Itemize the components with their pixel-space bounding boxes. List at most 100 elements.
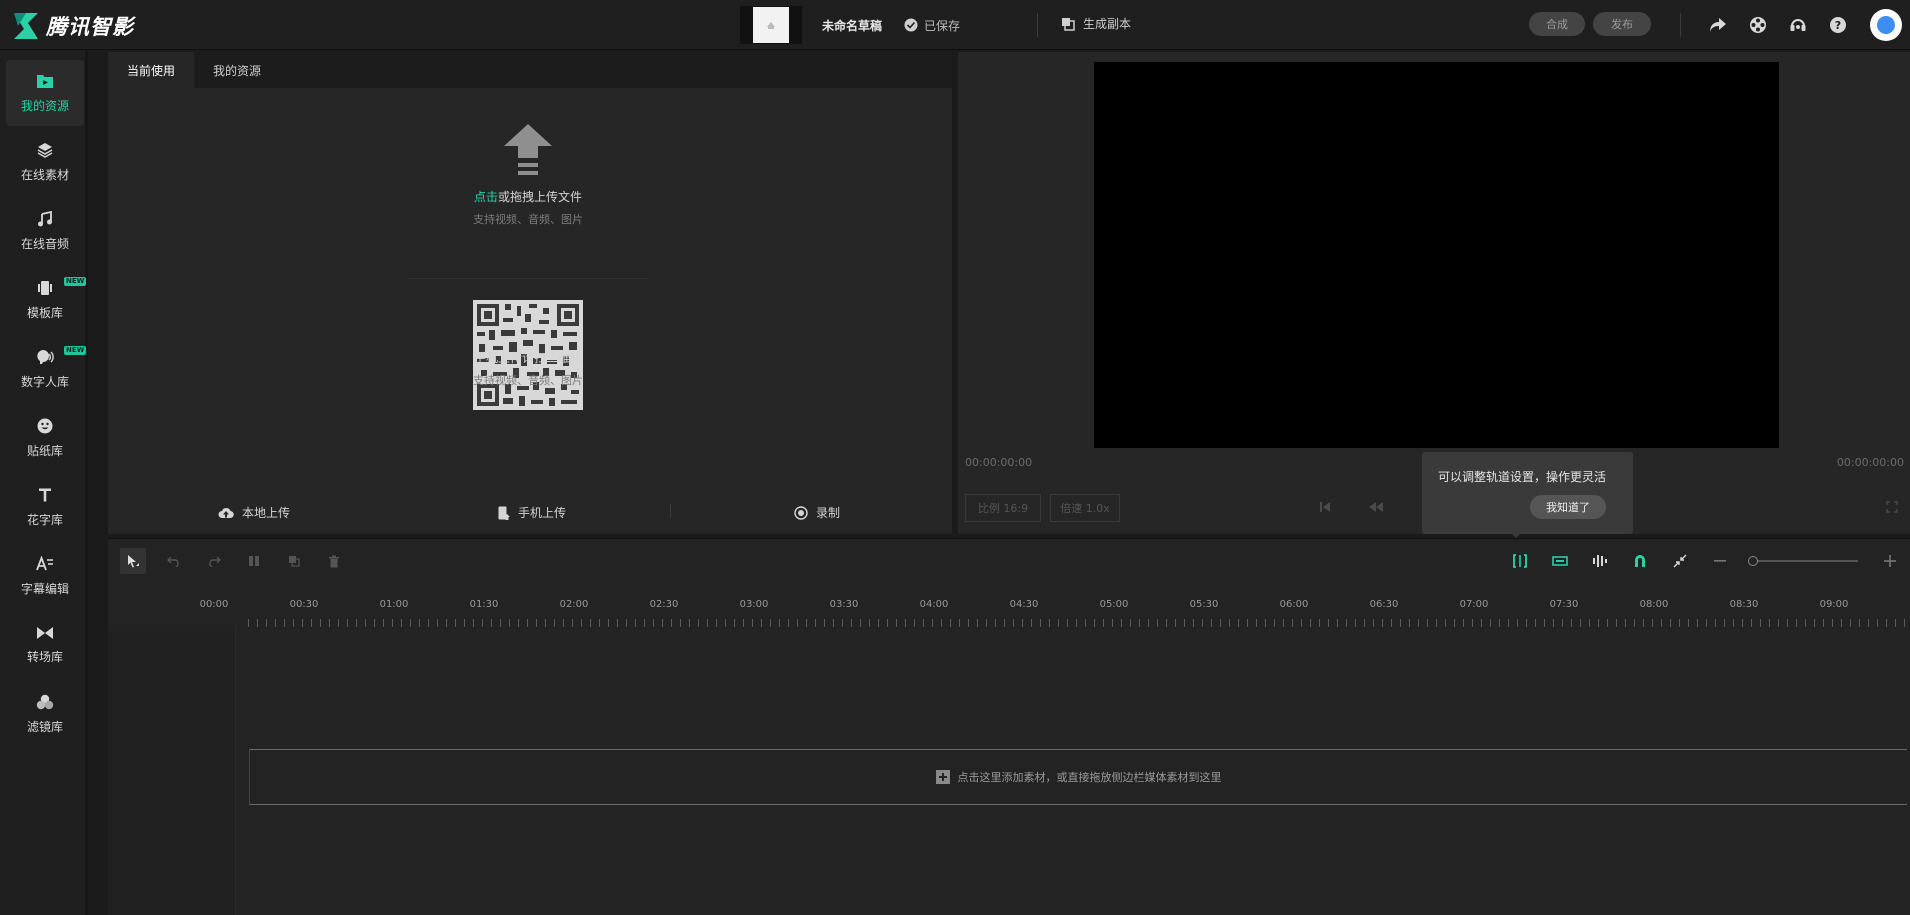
zoom-slider-handle[interactable] (1748, 556, 1758, 566)
zoom-slider-track[interactable] (1752, 560, 1858, 562)
redo-icon[interactable] (204, 551, 224, 571)
sidebar-item-label: 转场库 (26, 649, 63, 664)
svg-text:?: ? (1835, 19, 1841, 32)
rewind-icon[interactable] (1368, 501, 1384, 516)
sidebar-item-template-library[interactable]: NEW 模板库 (6, 267, 87, 333)
mobile-upload-label: 手机上传 (518, 506, 567, 520)
logo-icon (14, 13, 38, 39)
duplicate-icon[interactable] (284, 551, 304, 571)
ruler-tick-label: 03:30 (829, 599, 859, 610)
sidebar-item-my-resources[interactable]: 我的资源 (6, 60, 84, 126)
filter-icon (36, 694, 54, 709)
app-logo[interactable]: 腾讯智影 (14, 11, 134, 41)
skip-to-start-icon[interactable] (1318, 501, 1332, 516)
speed-button[interactable]: 倍速 1.0x (1050, 494, 1120, 522)
sidebar-item-label: 我的资源 (20, 98, 69, 113)
mobile-upload-support: 支持视频、音频、图片 (473, 374, 583, 387)
header-divider (1037, 13, 1038, 37)
magnet-snap-icon[interactable] (1630, 551, 1650, 571)
smiley-icon (37, 418, 53, 433)
zoom-out-icon[interactable] (1710, 551, 1730, 571)
publish-button[interactable]: 发布 (1593, 12, 1651, 36)
saved-status-label: 已保存 (924, 18, 961, 33)
split-icon[interactable] (244, 551, 264, 571)
ruler-tick-label: 07:30 (1549, 599, 1579, 610)
tab-my-resources[interactable]: 我的资源 (194, 52, 280, 88)
sidebar-item-digital-human[interactable]: NEW 数字人库 (6, 336, 87, 402)
sidebar-item-label: 贴纸库 (26, 443, 63, 458)
track-fit-icon[interactable] (1510, 551, 1530, 571)
record-button[interactable]: 录制 (794, 504, 840, 521)
upload-arrow-icon (504, 124, 552, 175)
audio-split-icon[interactable] (1590, 551, 1610, 571)
transition-icon (37, 626, 53, 639)
upload-click-link[interactable]: 点击 (474, 190, 498, 204)
sidebar-item-fancy-text[interactable]: 花字库 (6, 474, 84, 540)
new-badge: NEW (64, 346, 87, 355)
sidebar-item-online-materials[interactable]: 在线素材 (6, 129, 84, 195)
track-expand-icon[interactable] (1550, 551, 1570, 571)
film-reel-icon[interactable] (1746, 13, 1770, 37)
main-track-drop-zone[interactable]: 点击这里添加素材，或直接拖放侧边栏媒体素材到这里 (249, 749, 1907, 805)
ruler-tick-label: 06:00 (1279, 599, 1309, 610)
sidebar-item-online-audio[interactable]: 在线音频 (6, 198, 84, 264)
sidebar-item-sticker-library[interactable]: 贴纸库 (6, 405, 84, 471)
ruler-tick-label: 09:00 (1819, 599, 1849, 610)
undo-icon[interactable] (164, 551, 184, 571)
sidebar-item-filters[interactable]: 滤镜库 (6, 681, 84, 747)
fullscreen-icon[interactable] (1886, 501, 1898, 516)
sidebar-item-label: 滤镜库 (26, 719, 63, 734)
timeline-toolbar (108, 539, 1910, 583)
ruler-tick-label: 08:00 (1639, 599, 1669, 610)
ruler-tick-label: 00:30 (289, 599, 319, 610)
headset-icon[interactable] (1786, 13, 1810, 37)
tooltip-text: 可以调整轨道设置，操作更灵活 (1438, 470, 1607, 484)
sidebar-item-subtitle-edit[interactable]: 字幕编辑 (6, 543, 84, 609)
play-folder-icon (37, 74, 53, 88)
tooltip-got-it-button[interactable]: 我知道了 (1530, 495, 1606, 519)
sidebar: 我的资源 在线素材 在线音频 NEW 模板库 NEW 数字人库 贴纸库 花字库 … (0, 50, 88, 915)
record-label: 录制 (816, 506, 841, 520)
action-divider (670, 504, 671, 518)
zoom-fit-icon[interactable] (1670, 551, 1690, 571)
ruler-ticks (248, 619, 1910, 627)
help-icon[interactable]: ? (1826, 13, 1850, 37)
copy-button[interactable]: 生成副本 (1061, 15, 1131, 32)
zoom-in-icon[interactable] (1880, 551, 1900, 571)
mobile-upload-button[interactable]: 手机上传 (498, 504, 566, 521)
copy-icon (1062, 17, 1075, 31)
total-time: 00:00:00:00 (1836, 456, 1904, 469)
draft-thumbnail[interactable] (740, 6, 802, 44)
top-bar: 腾讯智影 未命名草稿 已保存 生成副本 合成 发布 ? (0, 0, 1910, 50)
local-upload-button[interactable]: 本地上传 (218, 504, 290, 521)
copy-button-label: 生成副本 (1083, 17, 1132, 31)
delete-icon[interactable] (324, 551, 344, 571)
tab-current-use[interactable]: 当前使用 (108, 52, 194, 88)
sidebar-item-transitions[interactable]: 转场库 (6, 612, 84, 678)
template-icon (38, 280, 52, 295)
compose-button[interactable]: 合成 (1529, 12, 1585, 36)
layers-icon (37, 142, 53, 158)
sidebar-item-label: 在线音频 (20, 236, 69, 251)
digital-human-icon (37, 349, 54, 364)
ruler-tick-label: 05:30 (1189, 599, 1219, 610)
timeline-ruler[interactable]: 00:00 00:30 01:00 01:30 02:00 02:30 03:0… (108, 595, 1910, 627)
ruler-tick-label: 04:00 (919, 599, 949, 610)
aspect-ratio-button[interactable]: 比例 16:9 (965, 494, 1041, 522)
user-avatar[interactable] (1870, 9, 1902, 41)
select-tool-icon[interactable] (120, 548, 146, 574)
upload-drop-area[interactable]: 点击或拖拽上传文件 支持视频、音频、图片 (473, 124, 583, 227)
draft-thumbnail-image (753, 7, 789, 43)
draft-name[interactable]: 未命名草稿 (822, 17, 882, 34)
ruler-tick-label: 01:00 (379, 599, 409, 610)
preview-screen[interactable] (1094, 62, 1779, 448)
sidebar-item-label: 数字人库 (20, 374, 69, 389)
add-plus-icon (935, 770, 950, 784)
ruler-tick-label: 03:00 (739, 599, 769, 610)
mobile-upload-title: 手机上传请扫二维码 (473, 351, 582, 365)
section-divider (408, 278, 648, 279)
phone-upload-icon (498, 506, 510, 520)
mobile-upload-info: 手机上传请扫二维码 支持视频、音频、图片 (473, 349, 583, 388)
share-icon[interactable] (1706, 13, 1730, 37)
ruler-tick-label: 01:30 (469, 599, 499, 610)
